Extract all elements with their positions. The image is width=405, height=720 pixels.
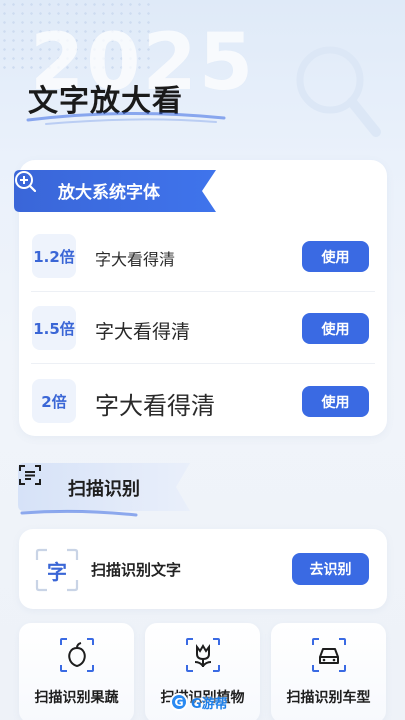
hero-banner: 2025 文字放大看 — [0, 0, 405, 160]
zoom-option-row: 1.2倍 字大看得清 使用 — [19, 220, 387, 292]
section-title: 放大系统字体 — [58, 183, 160, 203]
scan-text-label: 扫描识别文字 — [91, 561, 182, 579]
watermark-badge: G — [170, 693, 188, 711]
watermark-text: G游帮 — [191, 696, 228, 712]
section-title: 扫描识别 — [68, 479, 140, 500]
zoom-level-badge: 1.2倍 — [32, 234, 76, 278]
scan-text-card[interactable]: 字 扫描识别文字 去识别 — [19, 529, 387, 609]
recognize-button[interactable]: 去识别 — [292, 553, 369, 585]
tile-label: 扫描识别果蔬 — [34, 690, 119, 706]
watermark-logo: G G游帮 — [170, 690, 252, 714]
zoom-option-row: 1.5倍 字大看得清 使用 — [19, 292, 387, 364]
character-glyph: 字 — [47, 559, 67, 584]
car-icon — [312, 638, 346, 672]
plant-icon — [186, 638, 220, 672]
zoom-option-row: 2倍 字大看得清 使用 — [19, 364, 387, 436]
scan-section-header: 扫描识别 — [18, 463, 190, 519]
zoom-sample-text: 字大看得清 — [95, 392, 215, 420]
use-button[interactable]: 使用 — [302, 241, 369, 272]
text-scan-icon: 字 — [35, 548, 79, 592]
zoom-level-badge: 2倍 — [32, 379, 76, 423]
tile-label: 扫描识别车型 — [286, 690, 371, 706]
fruit-icon — [60, 638, 94, 672]
zoom-section-header: 放大系统字体 — [14, 170, 216, 212]
use-button[interactable]: 使用 — [302, 313, 369, 344]
scan-fruit-tile[interactable]: 扫描识别果蔬 — [19, 623, 134, 720]
zoom-level-badge: 1.5倍 — [32, 306, 76, 350]
zoom-sample-text: 字大看得清 — [95, 250, 176, 269]
zoom-in-icon — [15, 171, 36, 192]
zoom-sample-text: 字大看得清 — [95, 321, 191, 343]
use-button[interactable]: 使用 — [302, 386, 369, 417]
magnifier-icon — [296, 46, 381, 137]
scan-icon — [19, 465, 41, 485]
scan-car-tile[interactable]: 扫描识别车型 — [271, 623, 386, 720]
title-swoosh — [26, 111, 226, 125]
